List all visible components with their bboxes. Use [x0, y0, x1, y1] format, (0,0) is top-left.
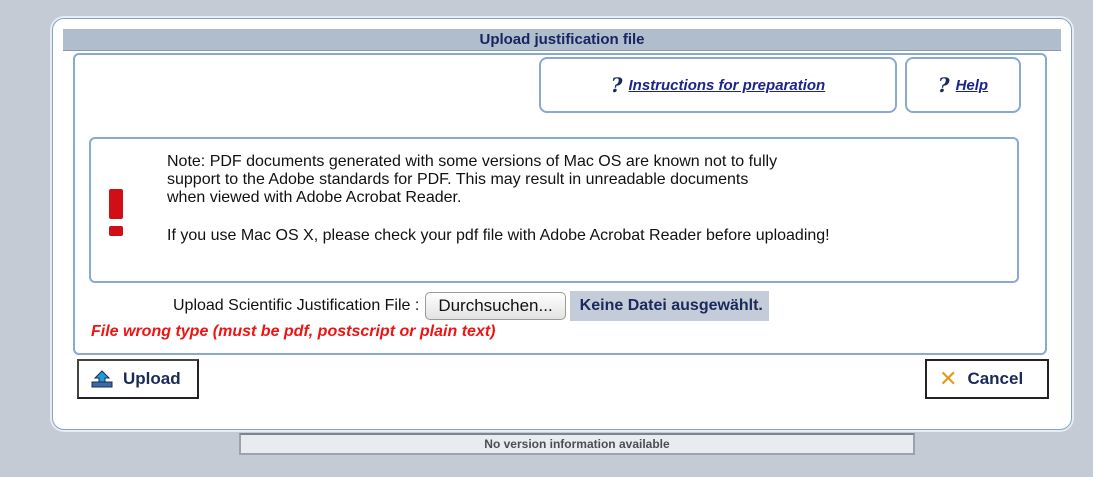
dialog-title: Upload justification file [63, 29, 1061, 51]
upload-dialog: Upload justification file ? Instructions… [52, 18, 1072, 430]
cancel-icon: ✕ [939, 366, 958, 392]
content-panel: ? Instructions for preparation ? Help No… [73, 53, 1047, 355]
note-paragraph-2: If you use Mac OS X, please check your p… [167, 227, 830, 244]
pdf-warning-note: Note: PDF documents generated with some … [89, 137, 1019, 283]
cancel-button[interactable]: ✕ Cancel [925, 359, 1049, 399]
note-paragraph-1: Note: PDF documents generated with some … [167, 153, 778, 206]
upload-button[interactable]: Upload [77, 359, 199, 399]
cancel-label: Cancel [967, 369, 1024, 388]
help-link[interactable]: Help [956, 77, 989, 94]
instructions-link[interactable]: Instructions for preparation [629, 77, 826, 94]
error-message: File wrong type (must be pdf, postscript… [91, 323, 496, 340]
upload-icon [91, 370, 113, 388]
browse-button[interactable]: Durchsuchen... [425, 292, 566, 320]
help-button[interactable]: ? Help [905, 57, 1021, 113]
note-text: Note: PDF documents generated with some … [167, 153, 1017, 245]
selected-file-status: Keine Datei ausgewählt. [569, 291, 769, 321]
upload-label: Upload [123, 369, 181, 388]
question-mark-icon: ? [610, 73, 623, 97]
file-upload-row: Upload Scientific Justification File : D… [173, 291, 769, 321]
file-upload-label: Upload Scientific Justification File : [173, 297, 420, 314]
question-mark-icon: ? [937, 73, 950, 97]
instructions-button[interactable]: ? Instructions for preparation [539, 57, 897, 113]
exclamation-icon [109, 189, 123, 241]
version-info-bar: No version information available [239, 433, 915, 455]
